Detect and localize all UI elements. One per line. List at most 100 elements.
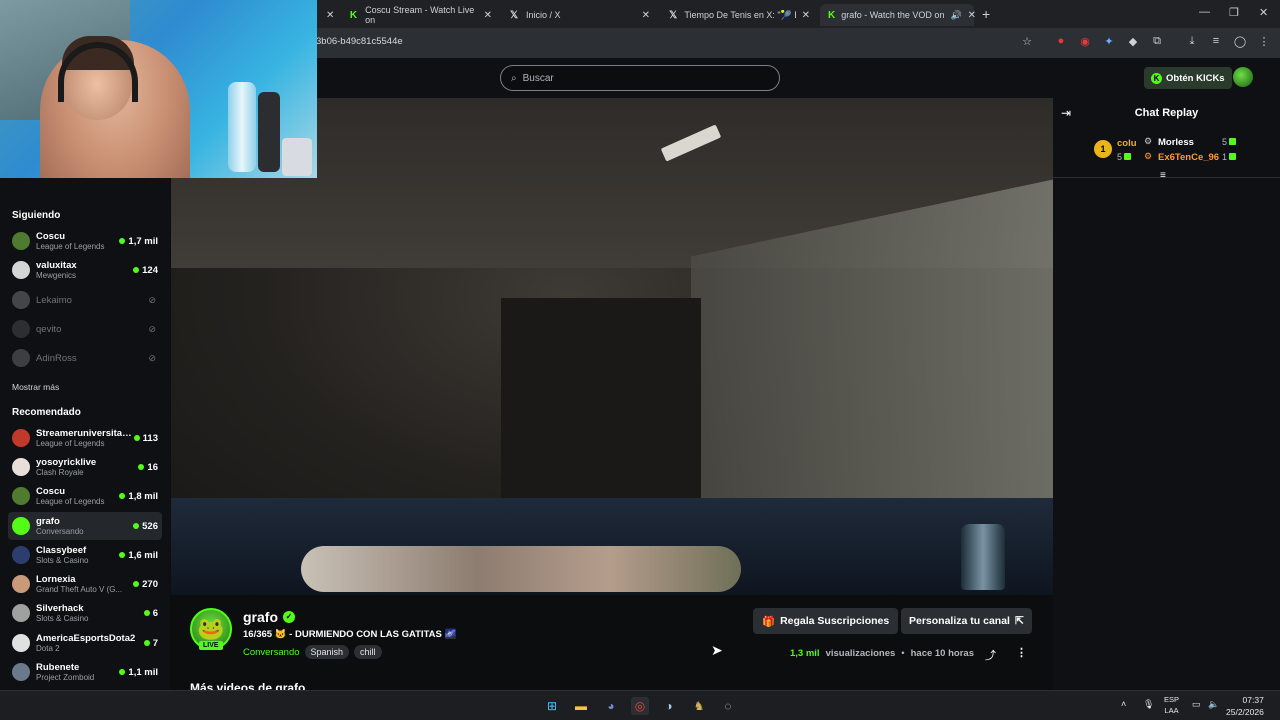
avatar [12,634,30,652]
channel-name: Coscu [36,231,66,242]
volume-icon[interactable]: 🔈 [1208,699,1219,710]
extension-diamond-icon[interactable]: ◆ [1125,35,1141,48]
viewer-count: 113 [142,432,158,444]
game-launcher-icon[interactable]: ♞ [690,697,708,715]
gift-icon: 🎁 [762,615,776,628]
channel-name: Lekaimo [36,294,72,306]
sidebar-item-americaesportsdota2[interactable]: AmericaEsportsDota2 Dota 2 7 [8,629,162,657]
kicks-coin-icon: K [1151,72,1162,84]
sidebar-item-qevito[interactable]: qevito ⊘ [8,315,162,343]
tab-inicio-x[interactable]: 𝕏 Inicio / X ✕ [500,4,658,26]
discord-icon[interactable]: ◕ [602,697,620,715]
steam-icon[interactable]: ◑ [660,697,678,715]
close-icon[interactable]: ✕ [968,10,976,21]
user-avatar[interactable] [1233,67,1253,87]
url-text[interactable]: 3b06-b49c81c5544e [316,36,403,47]
sidebar-item-silverhack[interactable]: Silverhack Slots & Casino 6 [8,599,162,627]
close-icon[interactable]: ✕ [484,10,492,21]
channel-name: yosoyricklive [36,457,97,468]
search-input[interactable]: ⌕ Buscar [500,65,780,91]
get-kicks-button[interactable]: K Obtén KICKs [1144,67,1232,89]
system-clock[interactable]: 07:37 25/2/2026 [1226,694,1264,718]
search-icon: ⌕ [511,72,517,84]
viewer-count: 7 [152,637,158,649]
tab-title: grafo - Watch the VOD on [841,10,945,20]
more-options-icon[interactable]: ⋮ [1016,646,1027,659]
menu-kebab-icon[interactable]: ⋮ [1256,35,1272,48]
lang-code: ESP [1164,695,1180,704]
sidebar-item-adinross[interactable]: AdinRoss ⊘ [8,344,162,372]
sidebar-item-rubenete[interactable]: Rubenete Project Zomboid 1,1 mil [8,658,162,686]
live-dot-icon [119,493,126,499]
expand-leaderboard-icon[interactable]: ≡ [1160,170,1166,181]
gifter-name[interactable]: colu [1117,138,1137,149]
windows-start-icon[interactable]: ⊞ [543,697,561,715]
channel-name[interactable]: grafo [243,609,278,625]
audio-icon[interactable]: 🔊 [950,10,961,21]
microphone-icon[interactable]: 🎙 [1143,699,1154,710]
sidebar-item-yosoyricklive[interactable]: yosoyricklive Clash Royale 16 [8,453,162,481]
viewer-count: 1,6 mil [128,549,158,561]
extensions-puzzle-icon[interactable]: ⧉ [1149,35,1165,48]
channel-name: valuxitax [36,260,77,271]
language-indicator[interactable]: ESP LAA [1164,694,1179,716]
media-control-icon[interactable]: ≡ [1208,35,1224,47]
gift-subs-button[interactable]: 🎁 Regala Suscripciones [753,608,899,634]
tag-spanish[interactable]: Spanish [304,645,350,659]
avatar [12,349,30,367]
sidebar-item-coscu[interactable]: Coscu League of Legends 1,7 mil [8,227,162,255]
gifter-count: 1 [1222,152,1237,162]
clock-date: 25/2/2026 [1226,707,1264,717]
extension-adblock-icon[interactable]: ◉ [1077,35,1093,48]
sidebar-item-grafo[interactable]: grafo Conversando 526 [8,512,162,540]
obs-icon[interactable]: ◌ [719,697,737,715]
avatar [12,458,30,476]
close-window-icon[interactable]: ✕ [1259,6,1268,19]
tab-close-partial[interactable]: ✕ [318,4,338,26]
close-icon[interactable]: ✕ [326,10,334,21]
avatar [12,320,30,338]
minimize-icon[interactable]: — [1199,6,1210,18]
show-more-link[interactable]: Mostrar más [12,382,59,392]
tab-tiempo-de-tenis[interactable]: 𝕏 Tiempo De Tenis en X: "🎾 EL E ✕ [660,4,818,26]
network-icon[interactable]: ▭ [1192,699,1201,710]
sidebar: Siguiendo Coscu League of Legends 1,7 mil… [0,178,170,690]
chrome-icon[interactable]: ◎ [631,697,649,715]
tab-grafo-vod[interactable]: K grafo - Watch the VOD on 🔊 ✕ [820,4,976,26]
category-link[interactable]: Conversando [243,647,300,658]
file-explorer-icon[interactable]: ▬ [572,697,590,715]
profile-icon[interactable]: ◯ [1232,35,1248,48]
viewer-count: 1,1 mil [128,666,158,678]
sidebar-item-streameruniversitario[interactable]: Streameruniversitario League of Legends 1… [8,424,162,452]
live-dot-icon [133,267,140,273]
star-icon[interactable]: ☆ [1019,35,1035,48]
new-tab-button[interactable]: + [982,6,990,22]
tag-chill[interactable]: chill [354,645,382,659]
sidebar-item-coscu-recommended[interactable]: Coscu League of Legends 1,8 mil [8,482,162,510]
close-icon[interactable]: ✕ [642,10,650,21]
lang-layout: LAA [1164,706,1179,715]
customize-channel-button[interactable]: Personaliza tu canal ⇱ [901,608,1032,634]
windows-taskbar: ⊞ ▬ ◕ ◎ ◑ ♞ ◌ ˄ 🎙 ESP LAA ▭ 🔈 07:37 25/2… [0,690,1280,720]
close-icon[interactable]: ✕ [802,10,810,21]
sidebar-item-lornexia[interactable]: Lornexia Grand Theft Auto V (G... 270 [8,570,162,598]
sidebar-item-valuxitax[interactable]: valuxitax Mewgenics 124 [8,256,162,284]
tray-chevron-icon[interactable]: ˄ [1121,699,1126,709]
views-label: visualizaciones [825,648,896,659]
viewer-count: 270 [142,578,158,590]
tab-coscu-stream[interactable]: K Coscu Stream - Watch Live on ✕ [340,4,500,26]
sidebar-item-lekaimo[interactable]: Lekaimo ⊘ [8,286,162,314]
gifter-name[interactable]: Morless [1158,137,1194,148]
download-icon[interactable]: ⤓ [1184,35,1200,48]
extension-translate-icon[interactable]: ✦ [1101,35,1117,48]
recommended-heading: Recomendado [12,407,81,418]
avatar [12,663,30,681]
viewer-count: 1,7 mil [128,235,158,247]
gifter-count: 5 [1117,152,1132,162]
extension-red-icon[interactable]: ● [1053,35,1069,47]
restore-icon[interactable]: ❐ [1229,6,1239,19]
share-icon[interactable]: ⤴ [985,647,996,663]
video-scene-shelf [501,298,701,498]
sidebar-item-classybeef[interactable]: Classybeef Slots & Casino 1,6 mil [8,541,162,569]
gifter-name[interactable]: Ex6TenCe_96 [1158,152,1219,163]
